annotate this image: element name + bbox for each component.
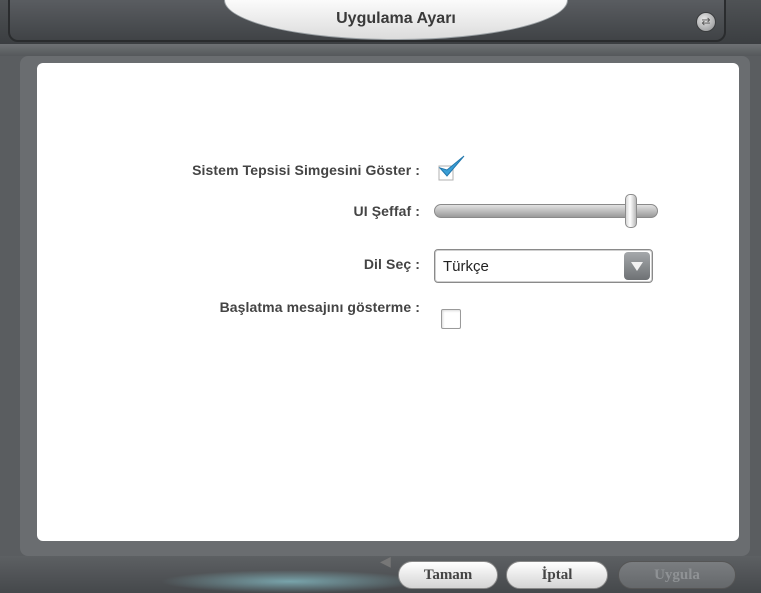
language-label: Dil Seç : [363,256,420,272]
dropdown-arrow-icon[interactable] [624,252,650,280]
speaker-icon: ◀ [380,554,391,570]
language-select[interactable]: Türkçe [434,249,653,283]
tray-icon-checkbox[interactable] [436,152,468,184]
apply-button[interactable]: Uygula [618,561,736,589]
checkmark-icon [438,155,465,181]
startup-message-checkbox[interactable] [441,309,461,329]
header-separator [0,44,761,56]
transparency-slider-thumb[interactable] [624,194,637,228]
tray-icon-label: Sistem Tepsisi Simgesini Göster : [192,162,420,178]
language-select-value: Türkçe [443,258,489,275]
transparency-label: UI Şeffaf : [353,203,420,219]
ok-button[interactable]: Tamam [398,561,498,589]
bottom-glow [160,570,420,593]
startup-message-label: Başlatma mesajını gösterme : [219,299,420,315]
cancel-button[interactable]: İptal [506,561,608,589]
swap-icon[interactable]: ⇄ [696,12,716,32]
